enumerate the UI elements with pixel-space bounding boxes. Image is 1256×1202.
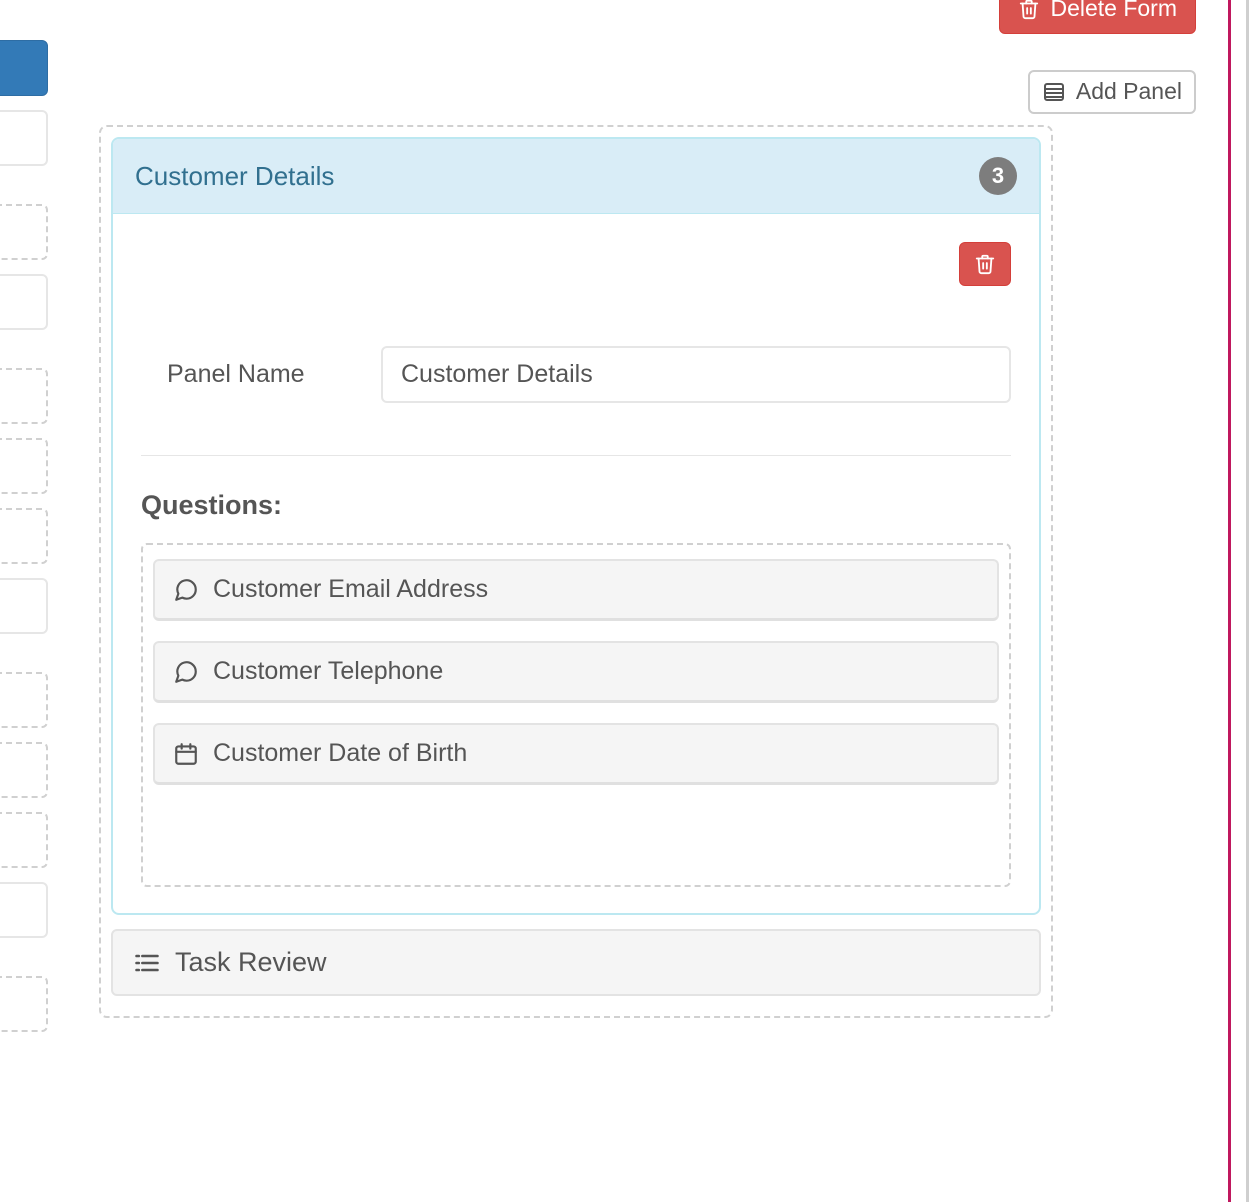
questions-heading: Questions: [141,490,1011,521]
form-editor-dropzone[interactable]: Customer Details 3 Panel Name [99,125,1053,1018]
question-label: Customer Telephone [213,657,443,686]
panel-icon [1042,80,1066,104]
questions-dropzone[interactable]: Customer Email Address Customer Telephon… [141,543,1011,887]
panel-name-label: Panel Name [141,360,351,389]
palette-item[interactable] [0,742,48,798]
comment-icon [173,577,199,603]
palette-item[interactable] [0,274,48,330]
delete-form-label: Delete Form [1050,0,1177,24]
collapsed-panel-label: Task Review [175,947,327,978]
palette-item[interactable] [0,578,48,634]
question-type-palette [0,40,48,1046]
palette-item-active[interactable] [0,40,48,96]
palette-item[interactable] [0,110,48,166]
panel-name-input[interactable] [381,346,1011,403]
palette-item[interactable] [0,204,48,260]
divider [141,455,1011,456]
scrollbar-track [1246,0,1249,1202]
delete-form-button[interactable]: Delete Form [999,0,1196,34]
question-item[interactable]: Customer Telephone [153,641,999,703]
panel-title: Customer Details [135,161,334,192]
panel-question-count: 3 [979,157,1017,195]
panel-task-review-collapsed[interactable]: Task Review [111,929,1041,996]
comment-icon [173,659,199,685]
palette-item[interactable] [0,812,48,868]
panel-header[interactable]: Customer Details 3 [113,139,1039,214]
trash-icon [1018,0,1040,20]
question-item[interactable]: Customer Email Address [153,559,999,621]
palette-item[interactable] [0,508,48,564]
question-label: Customer Email Address [213,575,488,604]
calendar-icon [173,741,199,767]
add-panel-label: Add Panel [1076,77,1182,107]
trash-icon [974,253,996,275]
question-label: Customer Date of Birth [213,739,467,768]
question-item[interactable]: Customer Date of Birth [153,723,999,785]
palette-item[interactable] [0,438,48,494]
accent-divider [1228,0,1231,1202]
palette-item[interactable] [0,976,48,1032]
palette-item[interactable] [0,882,48,938]
add-panel-button[interactable]: Add Panel [1028,70,1196,114]
panel-customer-details: Customer Details 3 Panel Name [111,137,1041,915]
list-icon [133,949,161,977]
palette-item[interactable] [0,672,48,728]
delete-panel-button[interactable] [959,242,1011,286]
palette-item[interactable] [0,368,48,424]
